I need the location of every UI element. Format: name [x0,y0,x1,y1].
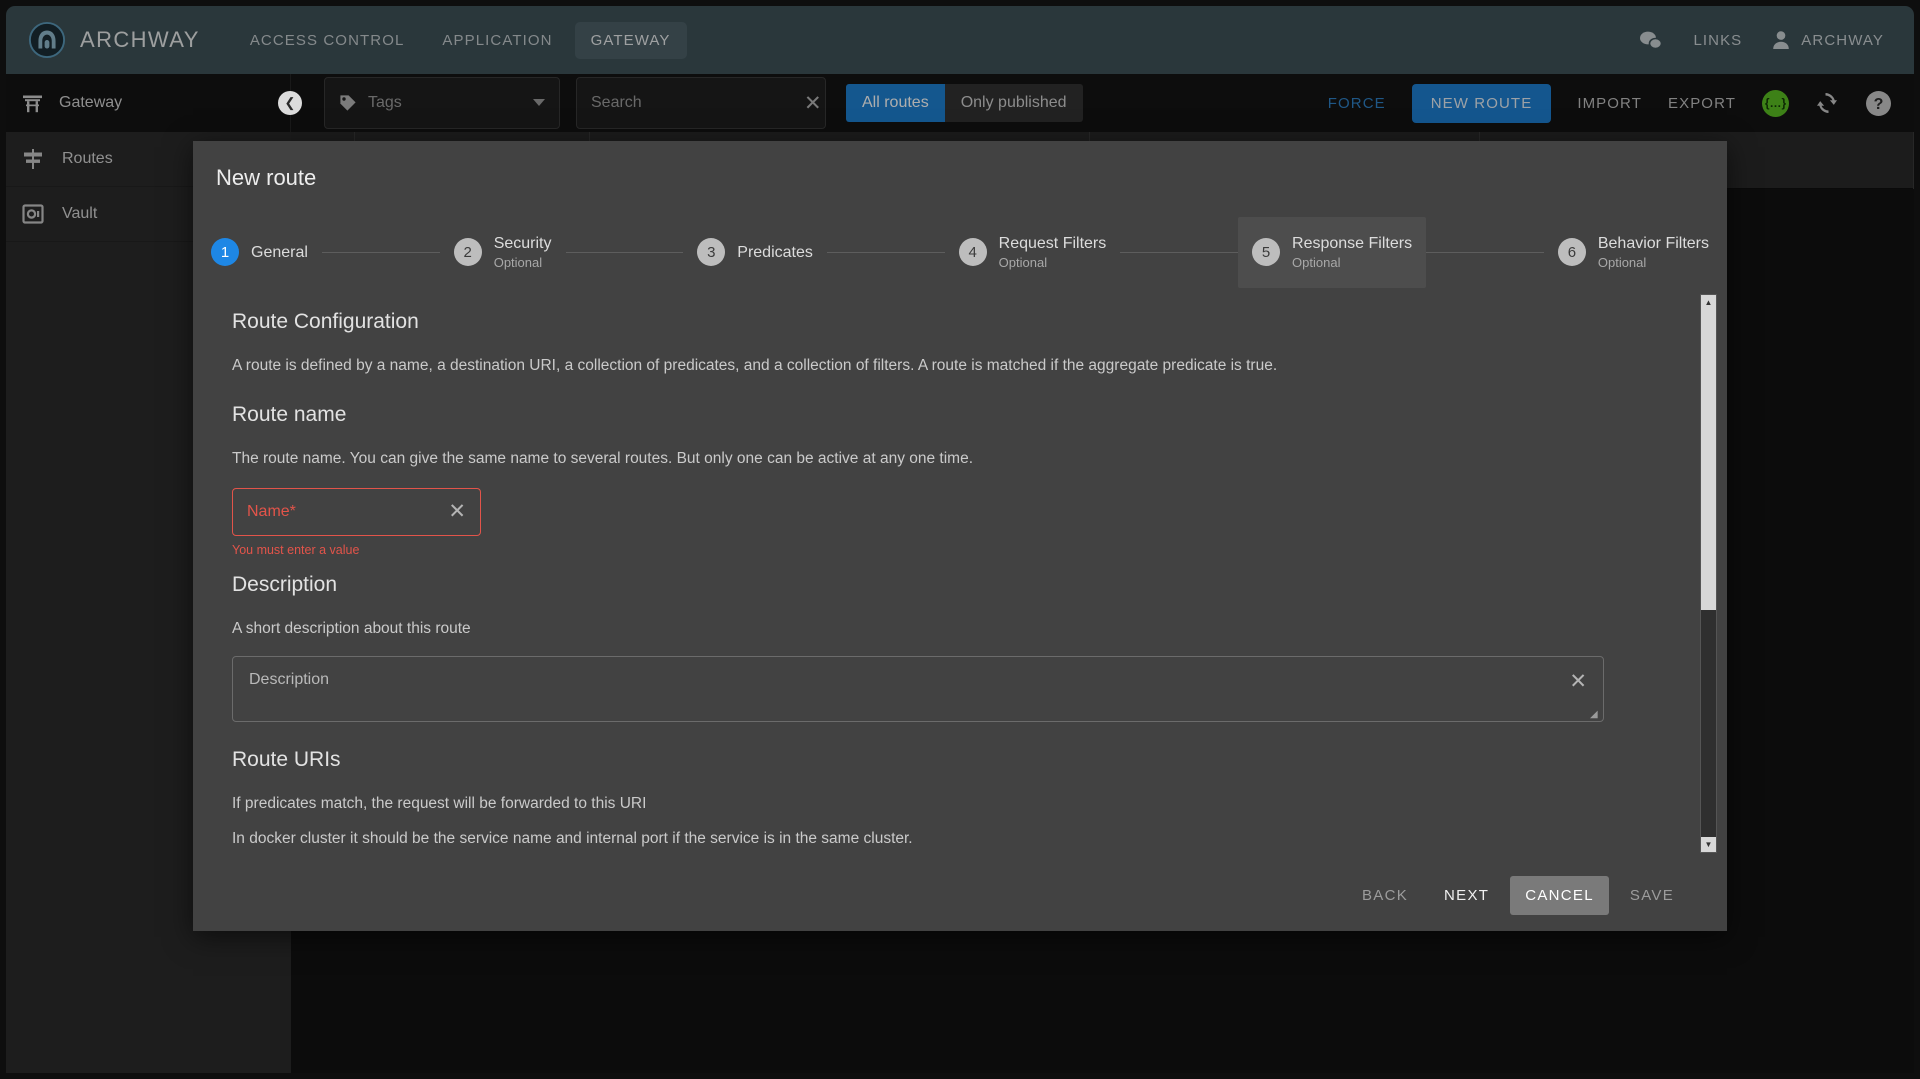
step-response-filters[interactable]: 5 Response Filters Optional [1238,217,1427,288]
scrollbar-track[interactable] [1701,309,1716,837]
step-label: General [251,243,308,261]
wizard-stepper: 1 General 2 Security Optional 3 Predicat… [193,217,1727,288]
step-optional: Optional [998,254,1048,270]
description-placeholder: Description [249,670,330,688]
save-button[interactable]: SAVE [1615,876,1689,915]
step-security[interactable]: 2 Security Optional [440,217,566,288]
step-request-filters[interactable]: 4 Request Filters Optional [945,217,1121,288]
resize-grip-icon[interactable]: ◢ [1590,709,1600,720]
step-connector [565,251,684,253]
route-uris-heading: Route URIs [232,747,341,771]
route-name-field[interactable]: Name* ✕ [232,487,481,536]
step-connector [321,251,440,253]
step-connector [1120,251,1239,253]
step-label: Predicates [737,243,813,261]
step-behavior-filters[interactable]: 6 Behavior Filters Optional [1544,217,1723,288]
step-predicates[interactable]: 3 Predicates [683,217,827,288]
route-configuration-heading: Route Configuration [232,309,419,333]
new-route-dialog: New route 1 General 2 Security Optional … [193,141,1727,931]
step-general[interactable]: 1 General [197,217,322,288]
caret-down-icon[interactable]: ▼ [1701,837,1716,852]
dialog-scrollbar[interactable]: ▲ ▼ [1700,293,1717,853]
route-name-heading: Route name [232,402,347,426]
step-connector [826,251,945,253]
step-number: 3 [697,238,726,267]
route-name-placeholder: Name* [247,502,296,520]
step-label: Response Filters [1292,235,1413,252]
description-field[interactable]: Description ✕ ◢ [232,655,1604,722]
step-number: 1 [211,238,239,267]
step-number: 2 [453,238,482,267]
description-heading: Description [232,572,338,596]
route-name-error: You must enter a value [232,542,360,557]
step-number: 4 [958,238,987,267]
route-name-clear-icon[interactable]: ✕ [442,501,466,522]
step-number: 6 [1557,238,1586,267]
general-step-form: Route Configuration A route is defined b… [197,288,1723,850]
step-optional: Optional [1292,254,1341,270]
dialog-title: New route [216,165,317,190]
step-label: Behavior Filters [1597,235,1710,252]
route-uris-help-2: In docker cluster it should be the servi… [232,829,913,847]
description-clear-icon[interactable]: ✕ [1563,671,1587,692]
next-button[interactable]: NEXT [1429,876,1504,915]
step-optional: Optional [493,254,543,270]
step-label: Security [493,235,552,252]
step-number: 5 [1252,238,1281,267]
dialog-body: Route Configuration A route is defined b… [197,288,1723,859]
route-configuration-desc: A route is defined by a name, a destinat… [232,356,1278,374]
route-uris-help-1: If predicates match, the request will be… [232,794,647,812]
description-help: A short description about this route [232,619,471,637]
app-root: ARCHWAY ACCESS CONTROL APPLICATION GATEW… [0,0,1920,1079]
chevron-left-icon[interactable]: ❮ [278,91,302,115]
dialog-footer: BACK NEXT CANCEL SAVE [193,859,1727,931]
back-button[interactable]: BACK [1347,876,1423,915]
step-optional: Optional [1597,254,1647,270]
step-label: Request Filters [998,235,1107,252]
route-name-help: The route name. You can give the same na… [232,449,974,467]
step-connector [1426,251,1544,253]
caret-up-icon[interactable]: ▲ [1701,294,1716,310]
cancel-button[interactable]: CANCEL [1510,875,1609,915]
scrollbar-thumb[interactable] [1701,309,1716,610]
